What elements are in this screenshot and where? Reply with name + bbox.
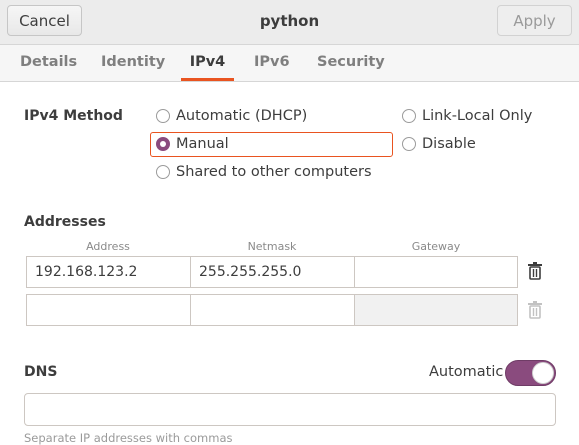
dns-hint: Separate IP addresses with commas bbox=[24, 431, 233, 445]
switch-knob bbox=[532, 362, 554, 384]
header-bar: Cancel python Apply bbox=[0, 0, 579, 45]
gateway-field[interactable] bbox=[354, 256, 518, 288]
radio-label: Link-Local Only bbox=[422, 108, 533, 124]
tab-security[interactable]: Security bbox=[317, 45, 385, 81]
radio-label: Disable bbox=[422, 136, 476, 152]
trash-icon[interactable] bbox=[527, 262, 543, 280]
radio-link-local[interactable]: Link-Local Only bbox=[402, 108, 532, 124]
radio-manual[interactable]: Manual bbox=[156, 136, 229, 152]
tab-bar: Details Identity IPv4 IPv6 Security bbox=[0, 45, 579, 82]
column-header-netmask: Netmask bbox=[247, 240, 297, 253]
radio-button-icon bbox=[156, 165, 170, 179]
dns-label: DNS bbox=[24, 364, 58, 380]
radio-button-icon bbox=[402, 137, 416, 151]
tab-identity[interactable]: Identity bbox=[101, 45, 165, 81]
radio-button-icon bbox=[402, 109, 416, 123]
radio-automatic-dhcp[interactable]: Automatic (DHCP) bbox=[156, 108, 307, 124]
radio-button-icon bbox=[156, 109, 170, 123]
tab-ipv6[interactable]: IPv6 bbox=[254, 45, 290, 81]
dns-automatic-switch[interactable] bbox=[505, 360, 556, 386]
radio-disable[interactable]: Disable bbox=[402, 136, 476, 152]
netmask-field[interactable]: 255.255.255.0 bbox=[190, 256, 355, 288]
apply-button[interactable]: Apply bbox=[497, 5, 572, 36]
window-title: python bbox=[259, 12, 320, 30]
radio-label: Shared to other computers bbox=[176, 164, 372, 180]
radio-shared[interactable]: Shared to other computers bbox=[156, 164, 372, 180]
trash-icon[interactable] bbox=[527, 301, 543, 319]
address-field[interactable] bbox=[26, 294, 191, 326]
addresses-label: Addresses bbox=[24, 214, 106, 230]
column-header-address: Address bbox=[86, 240, 130, 253]
tab-details[interactable]: Details bbox=[20, 45, 77, 81]
dns-input[interactable] bbox=[24, 393, 556, 426]
radio-selected-icon bbox=[156, 137, 170, 151]
address-field[interactable]: 192.168.123.2 bbox=[26, 256, 191, 288]
tab-ipv4[interactable]: IPv4 bbox=[181, 45, 234, 81]
column-header-gateway: Gateway bbox=[411, 240, 461, 253]
dns-automatic-label: Automatic bbox=[429, 364, 504, 380]
ipv4-method-label: IPv4 Method bbox=[24, 108, 123, 124]
radio-label: Manual bbox=[176, 136, 229, 152]
gateway-field[interactable] bbox=[354, 294, 518, 326]
radio-label: Automatic (DHCP) bbox=[176, 108, 308, 124]
netmask-field[interactable] bbox=[190, 294, 355, 326]
